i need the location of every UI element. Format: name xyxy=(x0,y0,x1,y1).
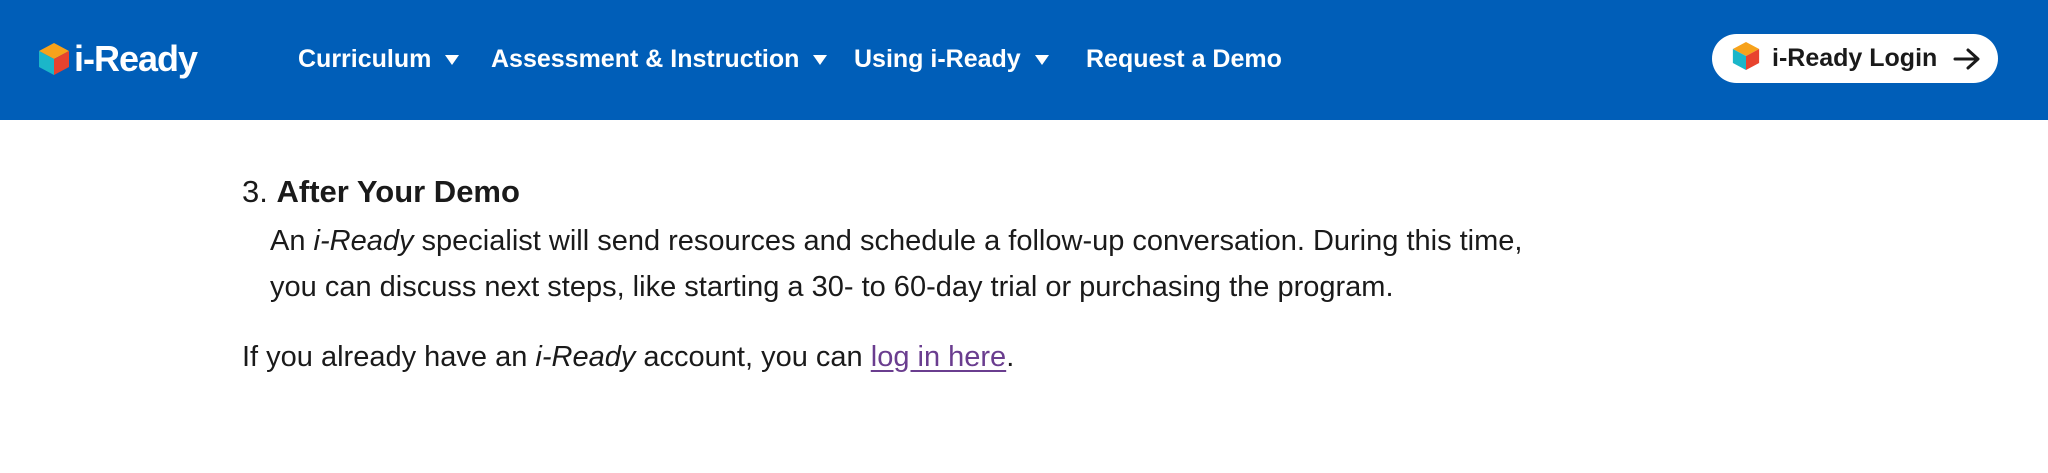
brand-name: i-Ready xyxy=(74,38,198,79)
step-body-text: specialist will send resources and sched… xyxy=(270,225,1523,303)
nav-assessment-instruction[interactable]: Assessment & Instruction xyxy=(491,40,828,78)
outro-middle: account, you can xyxy=(643,341,863,373)
outro-brand: i-Ready xyxy=(535,341,636,373)
caret-down-icon xyxy=(813,55,828,65)
login-link[interactable]: log in here xyxy=(871,341,1006,373)
step-number: 3. xyxy=(242,174,268,209)
login-prompt: If you already have an i-Ready account, … xyxy=(242,334,1582,380)
caret-down-icon xyxy=(1034,55,1049,65)
nav-request-demo-label: Request a Demo xyxy=(1086,44,1282,73)
step-title: After Your Demo xyxy=(276,174,520,209)
nav-using-iready-label: Using i-Ready xyxy=(854,44,1021,73)
login-label: i-Ready Login xyxy=(1772,44,1938,72)
step-body-brand: i-Ready xyxy=(313,225,414,257)
main-content: 3. After Your Demo An i-Ready specialist… xyxy=(242,168,1582,380)
nav-request-demo[interactable]: Request a Demo xyxy=(1086,40,1282,78)
brand-logo[interactable]: i-Ready xyxy=(38,34,198,84)
cube-logo-icon xyxy=(1732,41,1760,76)
caret-down-icon xyxy=(445,55,460,65)
cube-logo-icon xyxy=(38,42,70,76)
outro-suffix: . xyxy=(1006,341,1015,373)
site-header: i-Ready Curriculum Assessment & Instruct… xyxy=(0,0,2048,120)
step-heading: 3. After Your Demo xyxy=(242,168,1582,216)
login-button[interactable]: i-Ready Login xyxy=(1712,34,1998,83)
step-body-prefix: An xyxy=(270,225,306,257)
nav-curriculum[interactable]: Curriculum xyxy=(298,40,460,78)
nav-assessment-instruction-label: Assessment & Instruction xyxy=(491,44,800,73)
outro-prefix: If you already have an xyxy=(242,341,528,373)
nav-curriculum-label: Curriculum xyxy=(298,44,432,73)
arrow-right-icon xyxy=(1953,47,1981,71)
nav-using-iready[interactable]: Using i-Ready xyxy=(854,40,1049,78)
step-description: An i-Ready specialist will send resource… xyxy=(270,218,1560,310)
